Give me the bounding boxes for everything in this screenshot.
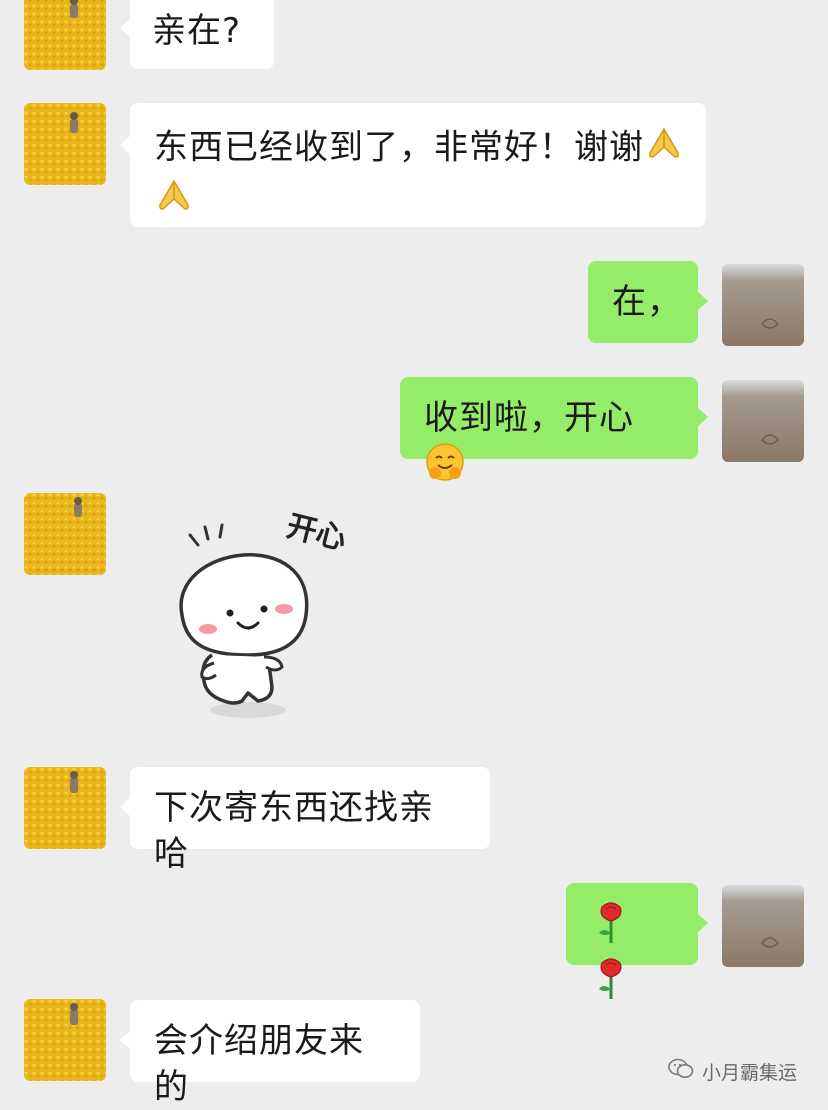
wechat-logo-icon <box>668 1058 694 1085</box>
my-avatar[interactable] <box>722 380 804 462</box>
contact-avatar[interactable] <box>24 999 106 1081</box>
watermark-text: 小月霸集运 <box>702 1061 798 1084</box>
bubble-tail <box>120 1030 131 1050</box>
hugging-face-emoji-icon <box>424 441 466 495</box>
message-bubble-received[interactable]: 会介绍朋友来的 <box>120 1000 420 1107</box>
message-bubble-received[interactable]: 下次寄东西还找亲哈 <box>120 767 490 874</box>
my-avatar[interactable] <box>722 264 804 346</box>
bubble-tail <box>697 407 708 427</box>
message-text: 亲在? <box>152 11 242 51</box>
message-bubble-received[interactable]: 亲在? <box>120 0 274 69</box>
contact-avatar[interactable] <box>24 767 106 849</box>
message-text: 会介绍朋友来的 <box>154 1021 364 1107</box>
message-bubble-sent[interactable] <box>566 883 708 999</box>
bubble-tail <box>697 913 708 933</box>
contact-avatar[interactable] <box>24 103 106 185</box>
message-text: 下次寄东西还找亲哈 <box>154 788 434 874</box>
sticker-caption: 开心 <box>283 509 350 557</box>
rose-emoji-icon <box>594 957 628 1013</box>
bubble-tail <box>120 135 131 155</box>
sticker-message[interactable]: 开心 <box>168 505 368 725</box>
message-text: 东西已经收到了，非常好！谢谢 <box>154 127 644 168</box>
contact-avatar[interactable] <box>24 493 106 575</box>
message-bubble-sent[interactable]: 在， <box>588 261 708 343</box>
rose-emoji-icon <box>594 901 628 957</box>
folded-hands-emoji-icon <box>644 123 684 175</box>
message-bubble-received[interactable]: 东西已经收到了，非常好！谢谢 <box>120 103 706 227</box>
folded-hands-emoji-icon <box>154 175 194 227</box>
my-avatar[interactable] <box>722 885 804 967</box>
bubble-tail <box>120 18 131 38</box>
message-text: 收到啦，开心 <box>424 398 634 438</box>
bubble-tail <box>120 797 131 817</box>
message-bubble-sent[interactable]: 收到啦，开心 <box>400 377 708 481</box>
bubble-tail <box>697 291 708 311</box>
message-text: 在， <box>612 282 682 322</box>
watermark: 小月霸集运 <box>668 1056 797 1086</box>
contact-avatar[interactable] <box>24 0 106 70</box>
